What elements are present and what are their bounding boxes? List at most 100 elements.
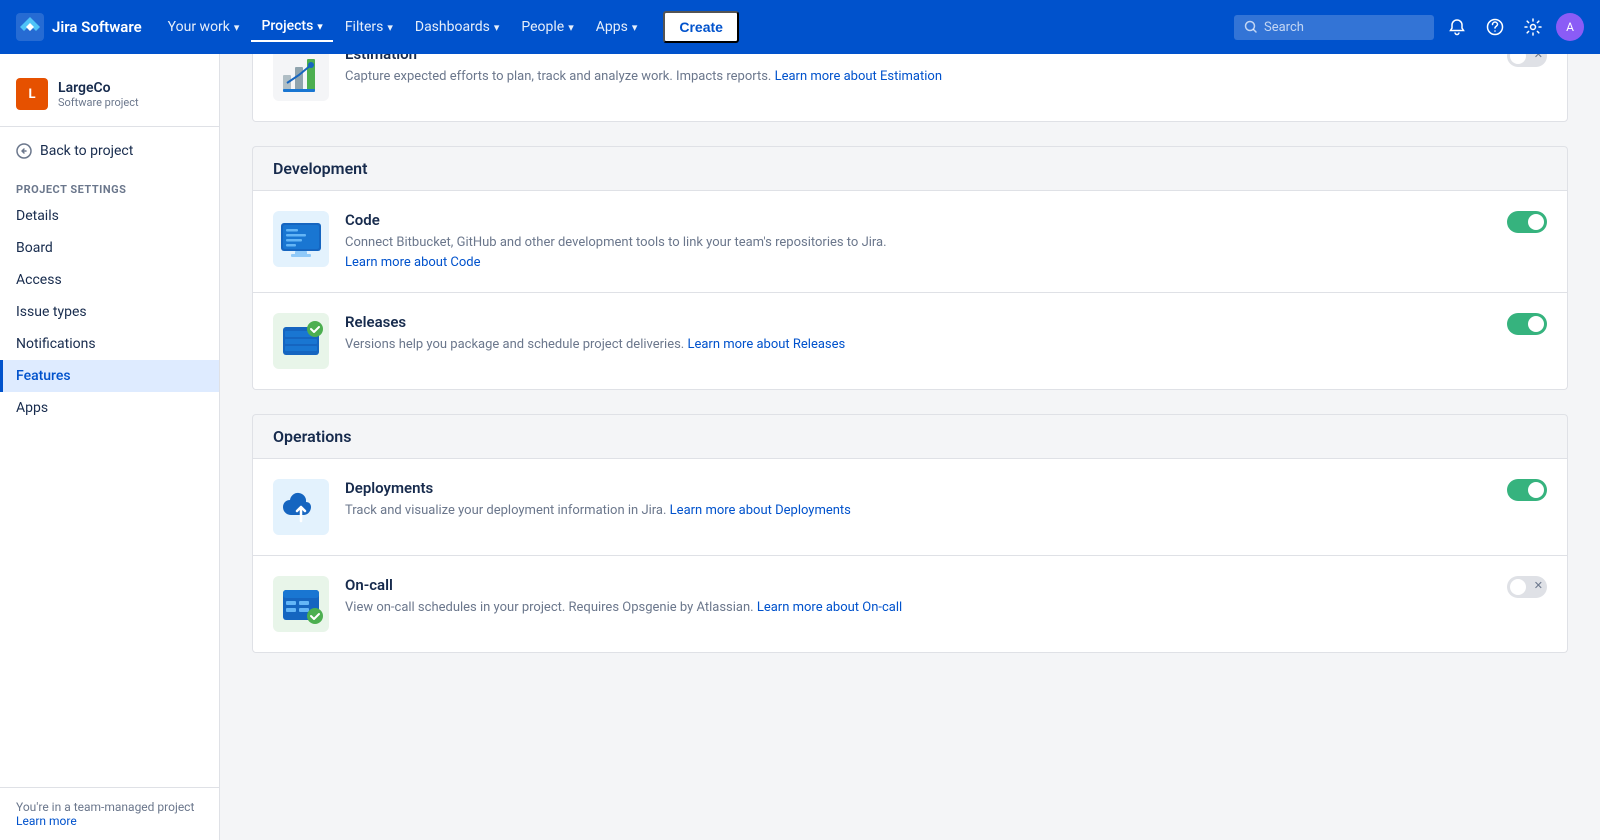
deployments-toggle-control[interactable] (1507, 479, 1547, 501)
sidebar-item-board[interactable]: Board (0, 232, 219, 264)
sidebar-footer: You're in a team-managed project Learn m… (0, 787, 219, 840)
code-icon (273, 211, 329, 267)
search-box[interactable]: Search (1234, 15, 1434, 40)
toggle-slider (1507, 576, 1547, 598)
releases-toggle-control[interactable] (1507, 313, 1547, 335)
project-name: LargeCo (58, 80, 139, 96)
development-title: Development (273, 159, 1547, 178)
jira-logo[interactable]: Jira Software (16, 13, 142, 41)
code-info: Code Connect Bitbucket, GitHub and other… (345, 211, 1491, 272)
sidebar-item-board-label: Board (16, 240, 53, 256)
sidebar-item-apps-label: Apps (16, 400, 48, 416)
nav-projects[interactable]: Projects (251, 12, 332, 42)
code-title: Code (345, 211, 1491, 229)
topnav-right: Search A (1234, 12, 1584, 42)
deployments-icon (273, 479, 329, 535)
main-content: Estimation Capture expected efforts to p… (220, 0, 1600, 786)
code-card: Code Connect Bitbucket, GitHub and other… (252, 190, 1568, 293)
deployments-svg (273, 479, 329, 535)
nav-apps[interactable]: Apps (586, 13, 648, 41)
back-to-project-button[interactable]: Back to project (0, 135, 219, 167)
estimation-learn-more[interactable]: Learn more about Estimation (775, 69, 942, 84)
notifications-button[interactable] (1442, 12, 1472, 42)
chevron-icon (317, 18, 323, 34)
chevron-icon (494, 19, 500, 35)
sidebar-item-access-label: Access (16, 272, 62, 288)
deployments-title: Deployments (345, 479, 1491, 497)
settings-button[interactable] (1518, 12, 1548, 42)
code-learn-more[interactable]: Learn more about Code (345, 255, 481, 270)
sidebar-project: L LargeCo Software project (0, 70, 219, 127)
top-navigation: Jira Software Your work Projects Filters… (0, 0, 1600, 54)
deployments-desc: Track and visualize your deployment info… (345, 501, 1491, 521)
toggle-slider (1507, 211, 1547, 233)
deployments-learn-more[interactable]: Learn more about Deployments (670, 503, 851, 518)
bell-icon (1448, 18, 1466, 36)
sidebar: L LargeCo Software project Back to proje… (0, 54, 220, 840)
oncall-learn-more[interactable]: Learn more about On-call (757, 600, 902, 615)
releases-svg (273, 313, 329, 369)
project-info: LargeCo Software project (58, 80, 139, 109)
estimation-desc: Capture expected efforts to plan, track … (345, 67, 1491, 87)
back-icon (16, 143, 32, 159)
releases-learn-more[interactable]: Learn more about Releases (687, 337, 845, 352)
project-icon: L (16, 78, 48, 110)
code-toggle-control[interactable] (1507, 211, 1547, 233)
footer-learn-more-link[interactable]: Learn more (16, 814, 77, 828)
operations-header: Operations (252, 414, 1568, 458)
logo-text: Jira Software (52, 18, 142, 36)
chevron-icon (568, 19, 574, 35)
oncall-icon (273, 576, 329, 632)
back-label: Back to project (40, 143, 133, 159)
nav-people[interactable]: People (511, 13, 583, 41)
development-cards: Code Connect Bitbucket, GitHub and other… (252, 190, 1568, 390)
releases-info: Releases Versions help you package and s… (345, 313, 1491, 355)
chevron-icon (632, 19, 638, 35)
nav-filters[interactable]: Filters (335, 13, 403, 41)
code-svg (273, 211, 329, 267)
deployments-card: Deployments Track and visualize your dep… (252, 458, 1568, 556)
operations-title: Operations (273, 427, 1547, 446)
operations-cards: Deployments Track and visualize your dep… (252, 458, 1568, 653)
sidebar-item-issue-types[interactable]: Issue types (0, 296, 219, 328)
development-header: Development (252, 146, 1568, 190)
releases-icon (273, 313, 329, 369)
oncall-toggle[interactable] (1507, 576, 1547, 598)
chevron-icon (387, 19, 393, 35)
oncall-toggle-control[interactable] (1507, 576, 1547, 598)
help-icon (1486, 18, 1504, 36)
deployments-info: Deployments Track and visualize your dep… (345, 479, 1491, 521)
oncall-desc: View on-call schedules in your project. … (345, 598, 1491, 618)
oncall-title: On-call (345, 576, 1491, 594)
development-section: Development (252, 146, 1568, 390)
operations-section: Operations Deployments Track and visuali… (252, 414, 1568, 653)
project-type: Software project (58, 96, 139, 109)
nav-your-work[interactable]: Your work (158, 13, 250, 41)
sidebar-item-apps[interactable]: Apps (0, 392, 219, 424)
user-avatar[interactable]: A (1556, 13, 1584, 41)
releases-toggle[interactable] (1507, 313, 1547, 335)
code-desc: Connect Bitbucket, GitHub and other deve… (345, 233, 1491, 272)
oncall-svg (273, 576, 329, 632)
code-toggle[interactable] (1507, 211, 1547, 233)
releases-title: Releases (345, 313, 1491, 331)
sidebar-item-notifications[interactable]: Notifications (0, 328, 219, 360)
search-icon (1244, 20, 1258, 34)
sidebar-item-issue-types-label: Issue types (16, 304, 87, 320)
help-button[interactable] (1480, 12, 1510, 42)
sidebar-item-features[interactable]: Features (0, 360, 219, 392)
chevron-icon (234, 19, 240, 35)
toggle-slider (1507, 479, 1547, 501)
sidebar-item-details-label: Details (16, 208, 59, 224)
nav-dashboards[interactable]: Dashboards (405, 13, 509, 41)
oncall-card: On-call View on-call schedules in your p… (252, 556, 1568, 653)
sidebar-item-details[interactable]: Details (0, 200, 219, 232)
footer-text: You're in a team-managed project (16, 800, 203, 814)
sidebar-item-notifications-label: Notifications (16, 336, 96, 352)
sidebar-item-access[interactable]: Access (0, 264, 219, 296)
deployments-toggle[interactable] (1507, 479, 1547, 501)
releases-desc: Versions help you package and schedule p… (345, 335, 1491, 355)
create-button[interactable]: Create (663, 11, 739, 43)
main-nav: Your work Projects Filters Dashboards Pe… (158, 12, 648, 42)
gear-icon (1524, 18, 1542, 36)
